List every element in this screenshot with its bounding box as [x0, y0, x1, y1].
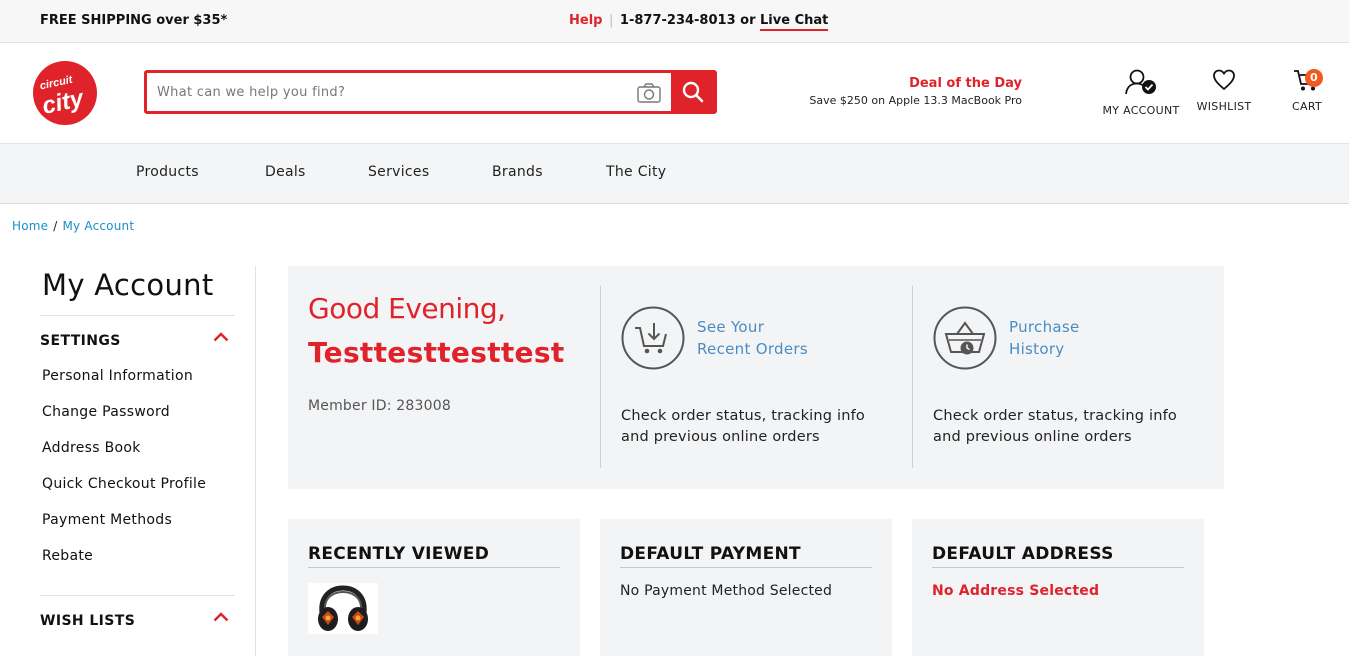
wish-lists-section-header[interactable]: WISH LISTS: [40, 612, 235, 631]
cart-label: CART: [1292, 100, 1322, 113]
settings-links: Personal Information Change Password Add…: [40, 368, 235, 567]
panel-divider: [912, 286, 913, 468]
basket-clock-icon: [933, 306, 997, 370]
help-separator: |: [609, 13, 614, 28]
default-payment-text: No Payment Method Selected: [620, 583, 833, 599]
purchase-history-link[interactable]: Purchase History: [1009, 316, 1080, 360]
deal-subtitle: Save $250 on Apple 13.3 MacBook Pro: [809, 94, 1022, 107]
site-header: circuit city Deal of the Day Save $250 o…: [0, 43, 1349, 143]
circuit-city-logo[interactable]: circuit city: [32, 60, 98, 126]
recent-orders-line2: Recent Orders: [697, 340, 808, 358]
member-id: Member ID: 283008: [308, 398, 451, 414]
wish-lists-label: WISH LISTS: [40, 613, 136, 629]
search-input[interactable]: [157, 81, 627, 103]
main-nav: Products Deals Services Brands The City: [0, 143, 1349, 204]
wishlist-label: WISHLIST: [1196, 100, 1252, 113]
settings-label: SETTINGS: [40, 333, 121, 349]
sidebar-link-quick-checkout-profile[interactable]: Quick Checkout Profile: [40, 476, 235, 495]
wishlist-button[interactable]: WISHLIST: [1192, 68, 1256, 113]
sidebar-title: My Account: [40, 268, 235, 316]
live-chat-link[interactable]: Live Chat: [760, 13, 829, 31]
breadcrumb-current[interactable]: My Account: [63, 219, 135, 233]
default-address-title: DEFAULT ADDRESS: [932, 544, 1184, 568]
default-payment-title: DEFAULT PAYMENT: [620, 544, 872, 568]
sidebar-link-personal-information[interactable]: Personal Information: [40, 368, 235, 387]
settings-section-header[interactable]: SETTINGS: [40, 332, 235, 351]
default-payment-card: DEFAULT PAYMENT No Payment Method Select…: [600, 519, 892, 656]
deal-title: Deal of the Day: [909, 76, 1022, 91]
nav-deals[interactable]: Deals: [265, 164, 306, 180]
phone-number: 1-877-234-8013 or: [619, 13, 756, 28]
top-bar: FREE SHIPPING over $35* Help | 1-877-234…: [0, 0, 1349, 43]
sidebar-link-change-password[interactable]: Change Password: [40, 404, 235, 423]
my-account-button[interactable]: MY ACCOUNT: [1100, 68, 1182, 117]
nav-the-city[interactable]: The City: [606, 164, 666, 180]
nav-brands[interactable]: Brands: [492, 164, 543, 180]
help-link[interactable]: Help: [569, 13, 602, 28]
sidebar-divider: [255, 266, 256, 656]
cart-button[interactable]: 0 CART: [1284, 68, 1330, 113]
sidebar-section-divider: [40, 595, 235, 596]
help-line: Help | 1-877-234-8013 or Live Chat: [569, 13, 829, 31]
shopping-cart-icon: [621, 306, 685, 370]
purchase-history-line1: Purchase: [1009, 318, 1080, 336]
my-account-label: MY ACCOUNT: [1102, 104, 1180, 117]
panel-divider: [600, 286, 601, 468]
search-icon: [682, 81, 703, 103]
default-address-card: DEFAULT ADDRESS No Address Selected: [912, 519, 1204, 656]
search-bar: [144, 70, 717, 114]
greeting-salutation: Good Evening,: [308, 292, 506, 325]
recent-orders-line1: See Your: [697, 318, 765, 336]
greeting-panel: Good Evening, Testtesttesttest Member ID…: [288, 266, 1224, 489]
breadcrumb: Home / My Account: [12, 219, 134, 233]
default-address-text: No Address Selected: [932, 583, 1100, 599]
purchase-history-line2: History: [1009, 340, 1065, 358]
nav-services[interactable]: Services: [368, 164, 429, 180]
purchase-history-description: Check order status, tracking info and pr…: [933, 408, 1177, 445]
heart-icon: [1213, 69, 1235, 91]
free-shipping-text: FREE SHIPPING over $35*: [40, 13, 228, 28]
sidebar-link-rebate[interactable]: Rebate: [40, 548, 235, 567]
chevron-up-icon[interactable]: [213, 612, 229, 622]
camera-icon[interactable]: [636, 82, 662, 104]
chevron-up-icon[interactable]: [213, 332, 229, 342]
recent-orders-link[interactable]: See Your Recent Orders: [697, 316, 808, 360]
recently-viewed-card: RECENTLY VIEWED: [288, 519, 580, 656]
recent-orders-description: Check order status, tracking info and pr…: [621, 408, 865, 445]
recently-viewed-product-thumbnail[interactable]: [308, 583, 378, 634]
nav-products[interactable]: Products: [136, 164, 199, 180]
cart-count-badge: 0: [1305, 69, 1323, 87]
greeting-name: Testtesttesttest: [308, 336, 565, 369]
search-button[interactable]: [671, 73, 714, 111]
breadcrumb-separator: /: [53, 219, 58, 233]
account-sidebar: My Account SETTINGS Personal Information…: [40, 268, 235, 631]
recently-viewed-title: RECENTLY VIEWED: [308, 544, 560, 568]
sidebar-link-address-book[interactable]: Address Book: [40, 440, 235, 459]
sidebar-link-payment-methods[interactable]: Payment Methods: [40, 512, 235, 531]
deal-of-the-day[interactable]: Deal of the Day Save $250 on Apple 13.3 …: [800, 76, 1022, 107]
headphones-image: [318, 585, 368, 631]
breadcrumb-home[interactable]: Home: [12, 219, 48, 233]
user-check-icon: [1125, 69, 1156, 95]
